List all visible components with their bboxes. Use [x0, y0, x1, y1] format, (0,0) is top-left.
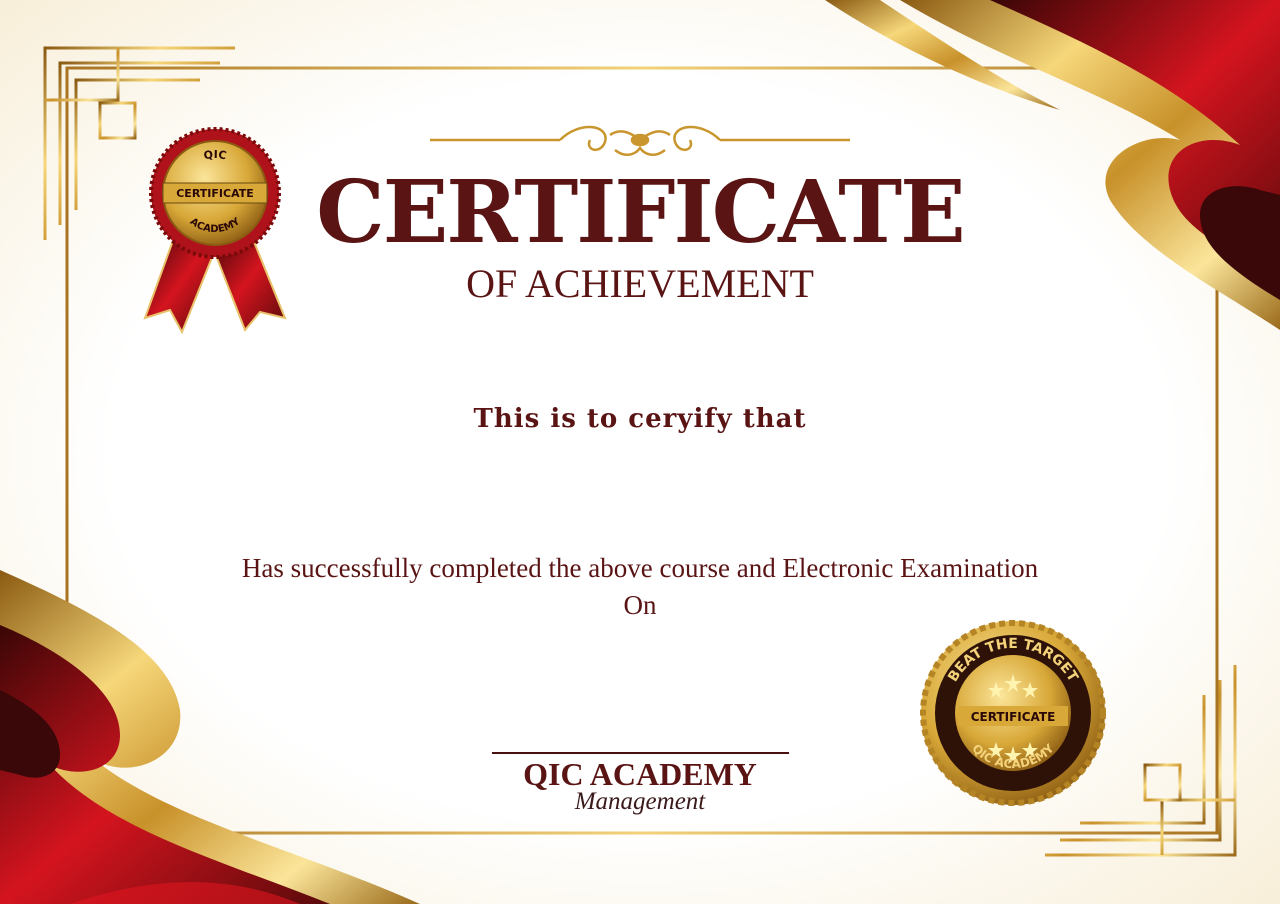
certify-line: This is to ceryify that	[473, 404, 807, 434]
certificate-title: CERTIFICATE	[316, 162, 965, 263]
certificate-subtitle: OF ACHIEVEMENT	[466, 261, 814, 306]
signatory-role: Management	[574, 788, 706, 815]
gold-seal-center-text: CERTIFICATE	[971, 710, 1056, 724]
ribbon-seal-top-text: QIC	[203, 148, 228, 162]
date-label: On	[623, 590, 657, 620]
svg-text:QIC: QIC	[203, 148, 228, 162]
completion-statement: Has successfully completed the above cou…	[241, 553, 1039, 583]
signature-line	[492, 752, 789, 754]
